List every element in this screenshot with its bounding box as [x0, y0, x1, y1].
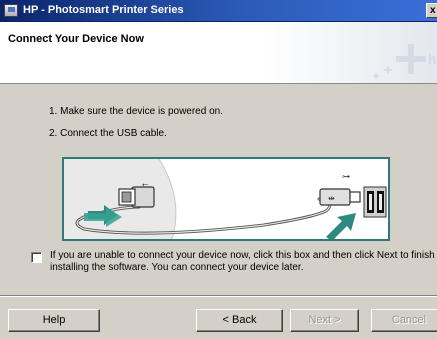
window-title: HP - Photosmart Printer Series	[23, 4, 184, 16]
next-button[interactable]: Next >	[290, 309, 359, 332]
instruction-step-2: 2. Connect the USB cable.	[49, 128, 167, 139]
svg-text:h: h	[428, 51, 437, 67]
help-button[interactable]: Help	[8, 309, 100, 332]
instruction-step-1: 1. Make sure the device is powered on.	[49, 106, 223, 117]
button-divider	[0, 295, 437, 297]
svg-text:⭠: ⭠	[142, 180, 149, 189]
connect-later-checkbox[interactable]	[31, 252, 42, 263]
back-button[interactable]: < Back	[196, 309, 283, 332]
window-title-bar[interactable]: HP - Photosmart Printer Series x	[0, 0, 437, 22]
close-button[interactable]: x	[426, 3, 437, 18]
page-title: Connect Your Device Now	[8, 33, 144, 45]
cancel-button[interactable]: Cancel	[371, 309, 437, 332]
usb-cable-connection-illustration: ⭠ ⇹ ⊶	[62, 157, 390, 241]
connect-later-label[interactable]: If you are unable to connect your device…	[50, 250, 437, 274]
wizard-header: Connect Your Device Now h	[0, 22, 437, 84]
svg-text:⊶: ⊶	[342, 172, 350, 181]
printer-app-icon	[4, 4, 18, 17]
hp-plus-logo-icon: h	[370, 22, 437, 83]
svg-text:⇹: ⇹	[328, 194, 335, 203]
